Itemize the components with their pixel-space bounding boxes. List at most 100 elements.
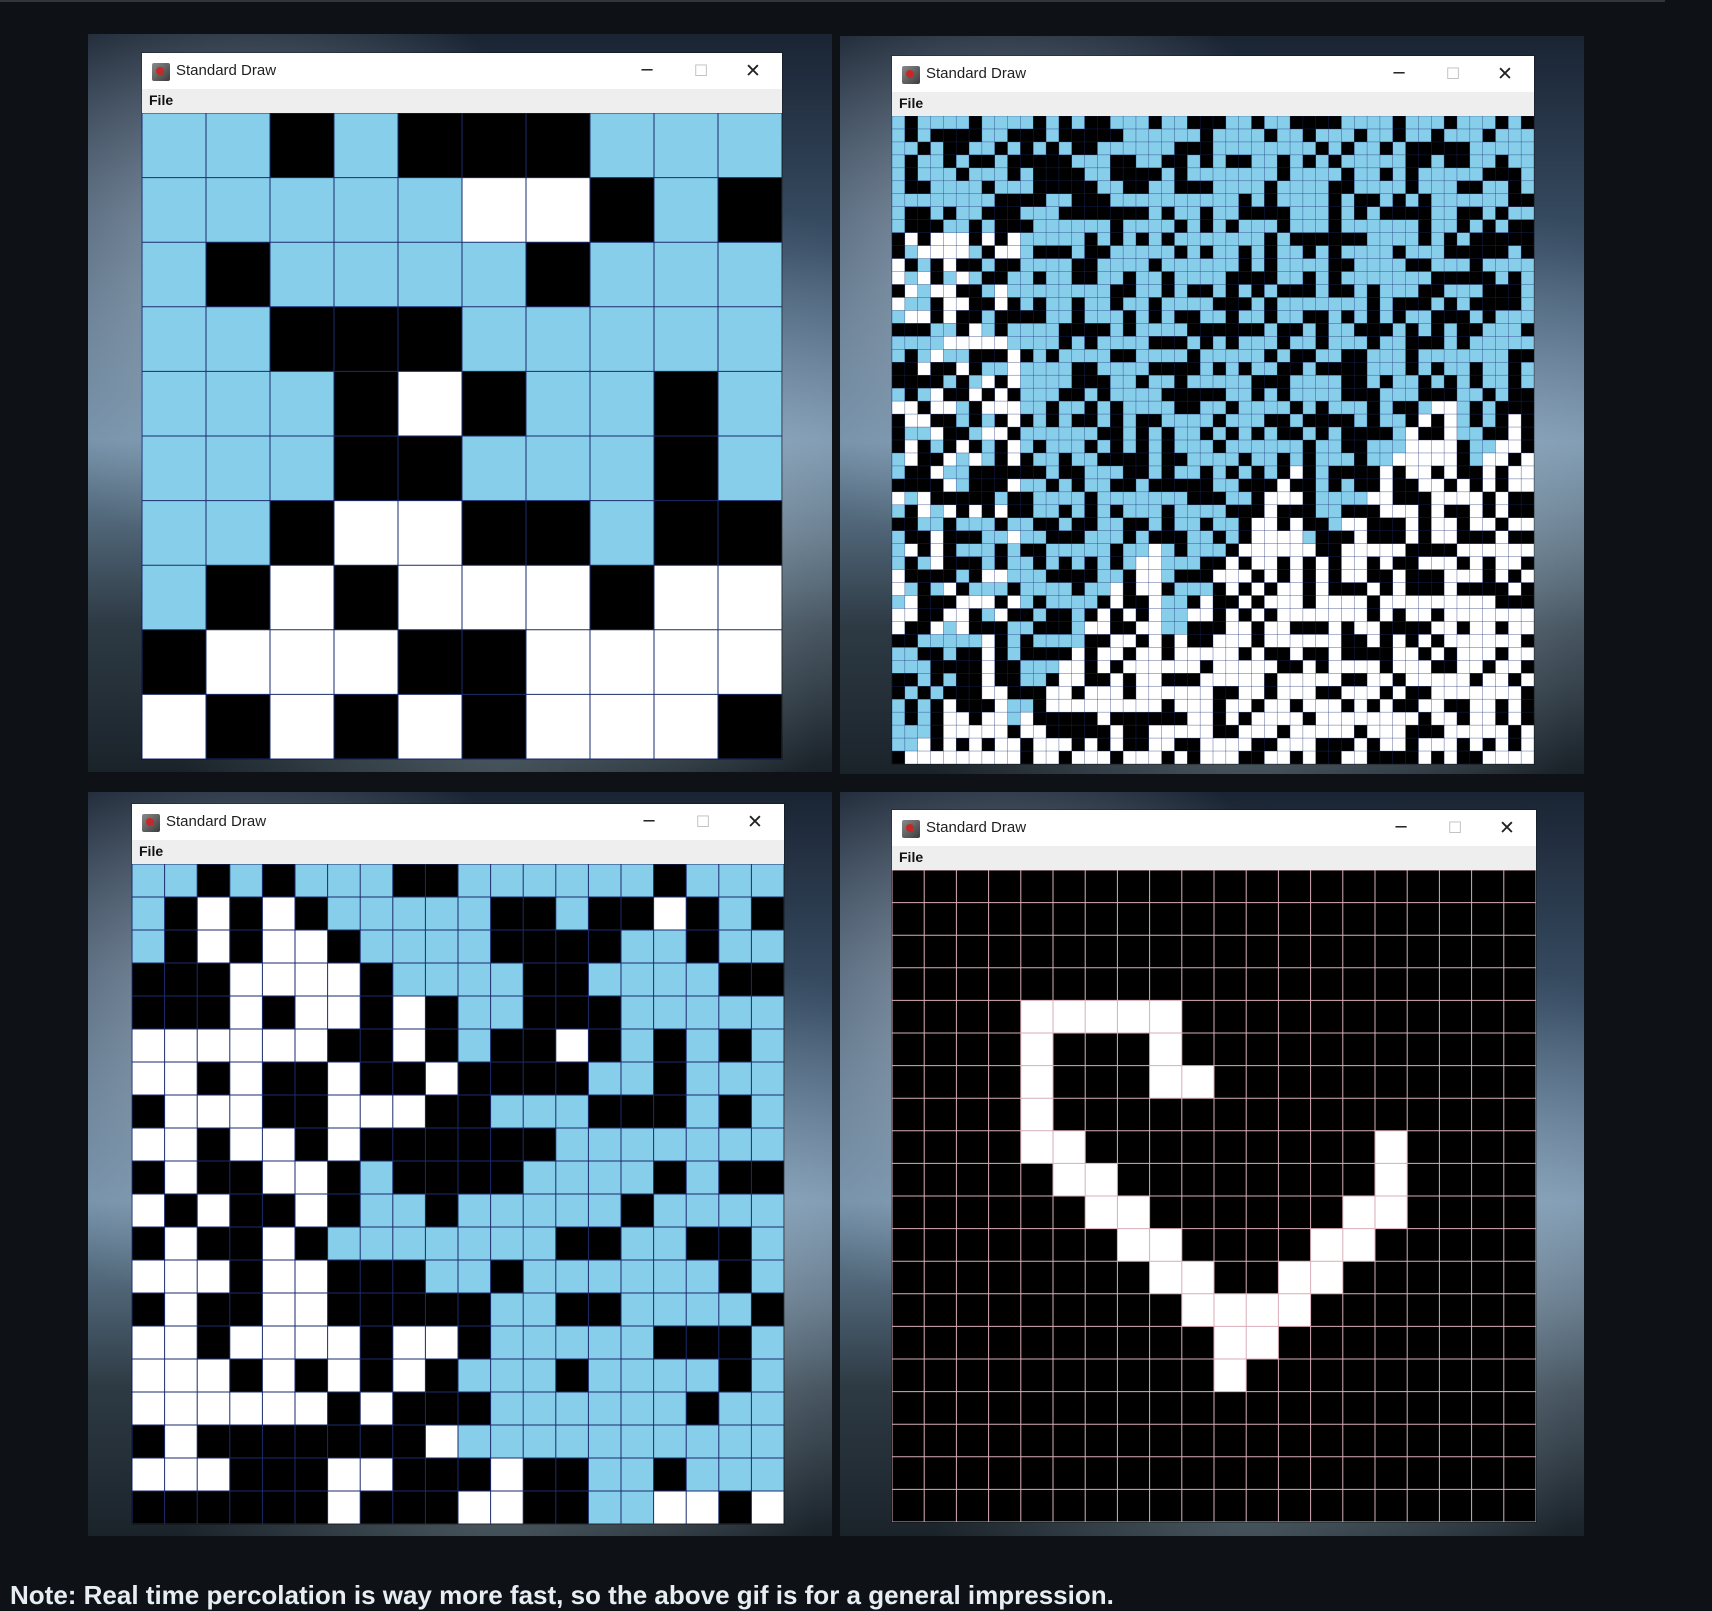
grid-site [1508,349,1522,363]
grid-site [1418,336,1432,350]
minimize-icon[interactable]: ─ [1378,812,1424,844]
grid-site [1405,206,1419,220]
title-bar[interactable]: Standard Draw ─ ☐ ✕ [892,810,1536,846]
grid-site [1508,751,1522,764]
grid-site [1444,686,1458,700]
grid-site [981,440,996,454]
maximize-icon[interactable]: ☐ [1430,58,1476,90]
grid-site [197,1359,231,1393]
grid-site [1020,647,1034,661]
file-menu[interactable]: File [899,95,923,111]
grid-site [969,686,983,700]
grid-site [1405,141,1419,156]
grid-site [1405,712,1419,726]
title-bar[interactable]: Standard Draw ─ ☐ ✕ [892,56,1534,92]
grid-site [1315,401,1329,415]
grid-site [1135,738,1150,752]
grid-site [1431,556,1445,570]
grid-site [1456,206,1471,220]
minimize-icon[interactable]: ─ [624,55,670,87]
grid-site [1251,232,1265,246]
file-menu[interactable]: File [149,92,173,108]
grid-site [943,245,957,259]
grid-site [1033,154,1047,169]
grid-site [295,897,328,931]
title-bar[interactable]: Standard Draw ─ ☐ ✕ [142,53,782,89]
minimize-icon[interactable]: ─ [626,806,672,838]
grid-site [654,113,719,178]
close-icon[interactable]: ✕ [730,55,776,87]
grid-site [1225,232,1239,246]
grid-site [1117,1033,1150,1066]
grid-site [1058,504,1073,519]
grid-site [425,897,459,931]
grid-site [892,375,906,389]
grid-site [1123,504,1137,519]
grid-site [1123,517,1137,532]
grid-site [1148,297,1162,311]
file-menu[interactable]: File [899,849,923,865]
grid-site [1033,141,1047,156]
grid-site [1277,621,1291,635]
grid-site [1418,427,1432,441]
grid-site [462,629,527,695]
grid-site [1020,1489,1054,1522]
grid-site [994,569,1008,583]
grid-site [523,897,557,931]
grid-site [1135,686,1150,700]
grid-site [1495,530,1509,544]
close-icon[interactable]: ✕ [732,806,778,838]
grid-site [1482,310,1496,324]
grid-site [1058,206,1073,220]
close-icon[interactable]: ✕ [1482,58,1528,90]
grid-site [1482,258,1496,272]
grid-site [1123,686,1137,700]
maximize-icon[interactable]: ☐ [680,806,726,838]
grid-site [1310,1065,1344,1099]
minimize-icon[interactable]: ─ [1376,58,1422,90]
grid-site [1508,647,1522,661]
grid-site [1341,297,1355,311]
grid-site [1033,699,1047,713]
drawing-canvas[interactable] [892,870,1536,1522]
grid-site [523,1326,557,1360]
grid-site [1071,543,1085,557]
grid-site [1148,128,1162,143]
grid-site [1214,1098,1247,1132]
grid-site [1418,219,1432,233]
grid-site [1290,595,1304,609]
percolation-canvas[interactable] [142,113,782,759]
grid-site [1246,1098,1279,1132]
close-icon[interactable]: ✕ [1484,812,1530,844]
grid-site [1328,362,1342,376]
grid-site [1367,712,1381,726]
grid-site [1117,1489,1150,1522]
grid-site [1354,491,1368,506]
grid-site [425,1194,459,1228]
grid-site [1405,323,1419,337]
grid-site [917,336,931,350]
grid-site [1469,388,1483,402]
grid-site [1007,452,1021,467]
grid-site [1342,967,1376,1001]
grid-site [653,1161,687,1195]
grid-site [1315,154,1329,169]
grid-site [1020,310,1034,324]
grid-site [1482,712,1496,726]
grid-site [1471,1228,1505,1262]
grid-site [1328,738,1342,752]
percolation-canvas[interactable] [892,116,1534,764]
grid-site [1328,440,1342,454]
title-bar[interactable]: Standard Draw ─ ☐ ✕ [132,804,784,840]
maximize-icon[interactable]: ☐ [1432,812,1478,844]
maximize-icon[interactable]: ☐ [678,55,724,87]
grid-site [930,323,944,337]
file-menu[interactable]: File [139,843,163,859]
percolation-canvas[interactable] [132,864,784,1524]
grid-site [892,517,906,532]
grid-site [892,116,906,130]
grid-site [1110,362,1124,376]
grid-site [1225,245,1239,259]
grid-site [1085,1228,1118,1262]
grid-site [1135,154,1150,169]
